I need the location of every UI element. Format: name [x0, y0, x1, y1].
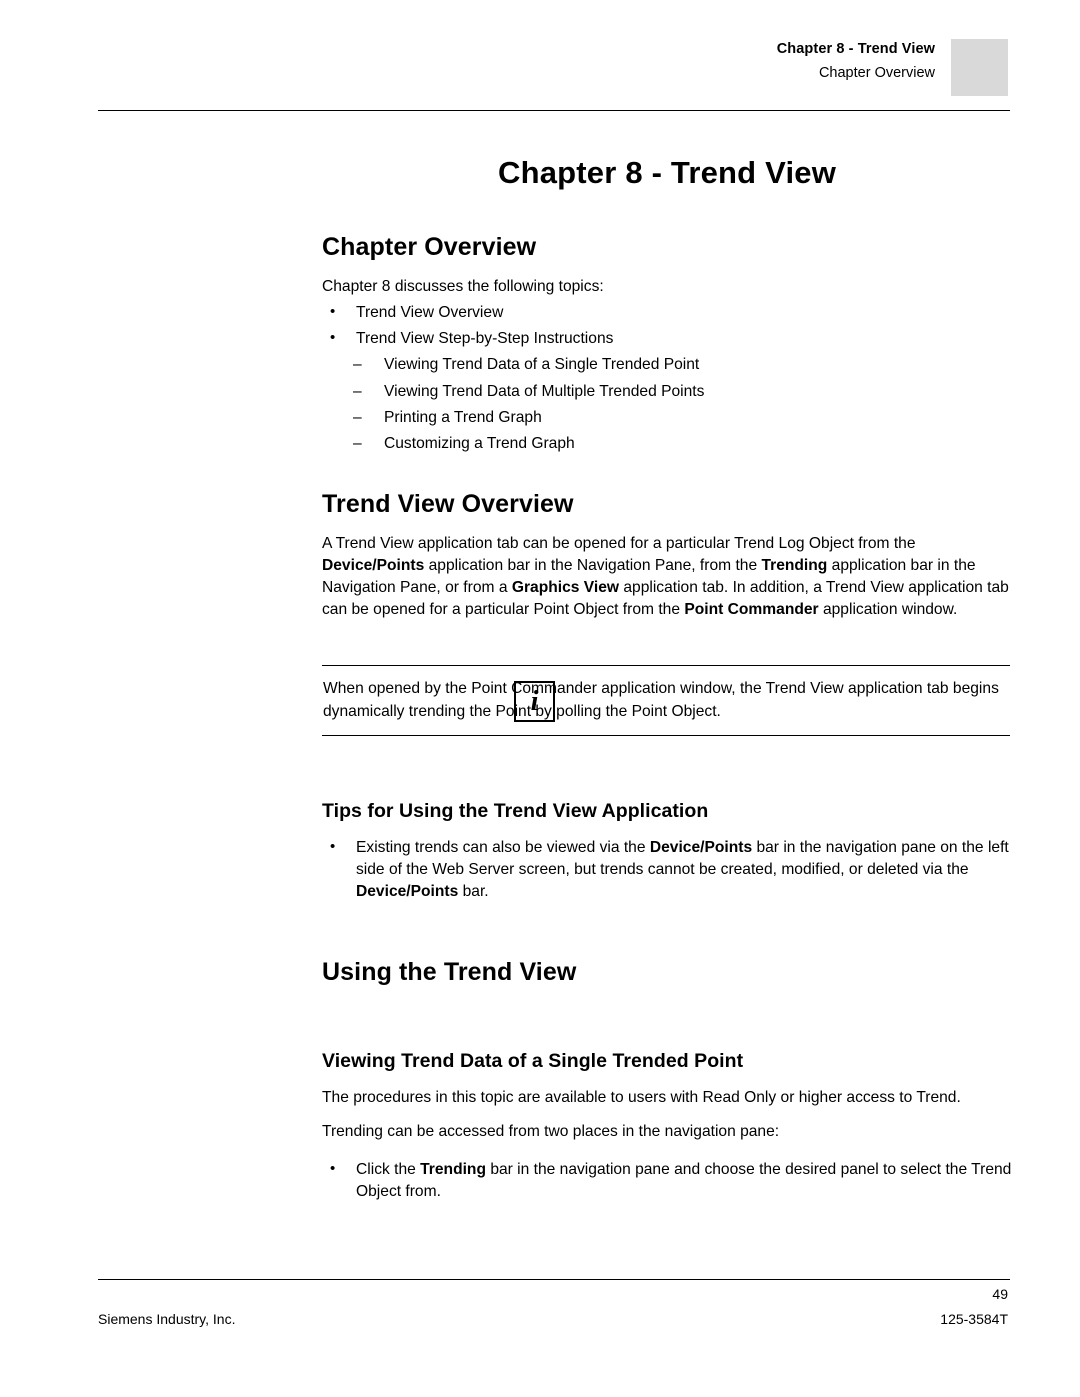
note-box: When opened by the Point Commander appli… — [322, 665, 1012, 737]
footer-divider — [98, 1279, 1010, 1280]
trend-view-overview-paragraph: A Trend View application tab can be open… — [322, 535, 1009, 619]
viewing-paragraph-2: Trending can be accessed from two places… — [322, 1123, 780, 1141]
list-item: Trend View Step-by-Step Instructions — [322, 327, 1012, 350]
viewing-bullet-list: Click the Trending bar in the navigation… — [322, 1158, 1012, 1203]
list-item: Trend View Overview — [322, 301, 1012, 324]
section-viewing-single-trended-point: Viewing Trend Data of a Single Trended P… — [322, 1050, 1012, 1204]
footer-document-number: 125-3584T — [940, 1311, 1008, 1327]
section-using-the-trend-view: Using the Trend View — [322, 958, 1012, 987]
header-section-label: Chapter Overview — [818, 64, 935, 81]
header-gray-block — [951, 39, 1008, 96]
chapter-overview-intro: Chapter 8 discusses the following topics… — [322, 278, 604, 295]
info-icon: i — [514, 681, 555, 722]
tips-bullet-list: Existing trends can also be viewed via t… — [322, 836, 1012, 903]
list-item: Viewing Trend Data of Multiple Trended P… — [322, 381, 1012, 403]
chapter-overview-dash-list: Viewing Trend Data of a Single Trended P… — [322, 354, 1012, 455]
heading-using-the-trend-view: Using the Trend View — [322, 958, 577, 986]
chapter-overview-bullet-list: Trend View Overview Trend View Step-by-S… — [322, 301, 1012, 350]
note-text: When opened by the Point Commander appli… — [323, 680, 999, 720]
page-header: Chapter 8 - Trend View Chapter Overview — [0, 38, 1080, 111]
header-chapter-label: Chapter 8 - Trend View — [776, 41, 935, 57]
heading-trend-view-overview: Trend View Overview — [322, 490, 574, 518]
list-item: Printing a Trend Graph — [322, 407, 1012, 429]
note-bottom-divider — [322, 735, 1010, 737]
header-text: Chapter 8 - Trend View Chapter Overview — [777, 38, 935, 86]
list-item: Existing trends can also be viewed via t… — [322, 836, 1012, 903]
header-divider — [98, 110, 1010, 111]
list-item: Viewing Trend Data of a Single Trended P… — [322, 354, 1012, 376]
heading-viewing-single-trended-point: Viewing Trend Data of a Single Trended P… — [322, 1050, 744, 1072]
viewing-paragraph-1: The procedures in this topic are availab… — [322, 1089, 961, 1106]
heading-chapter-overview: Chapter Overview — [322, 233, 537, 261]
section-chapter-overview: Chapter Overview Chapter 8 discusses the… — [322, 233, 1012, 455]
section-trend-view-overview: Trend View Overview A Trend View applica… — [322, 490, 1012, 622]
list-item: Click the Trending bar in the navigation… — [322, 1158, 1012, 1203]
section-tips: Tips for Using the Trend View Applicatio… — [322, 800, 1012, 903]
heading-tips: Tips for Using the Trend View Applicatio… — [322, 800, 709, 822]
document-page: Chapter 8 - Trend View Chapter Overview … — [0, 0, 1080, 1397]
page-number: 49 — [992, 1286, 1008, 1302]
page-title: Chapter 8 - Trend View — [497, 155, 837, 190]
footer-company: Siemens Industry, Inc. — [98, 1311, 236, 1327]
list-item: Customizing a Trend Graph — [322, 433, 1012, 455]
